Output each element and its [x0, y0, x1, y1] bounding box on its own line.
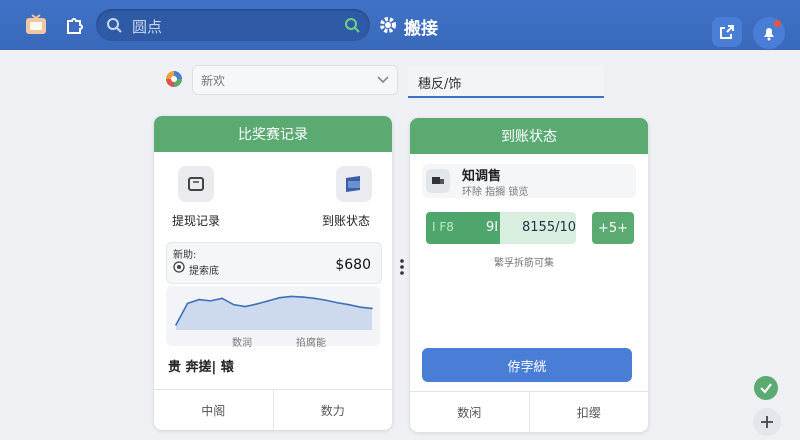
card-footer: 数闲 扣缨: [410, 391, 648, 432]
stat-mid: 9I: [486, 220, 499, 235]
search-icon: [107, 18, 122, 33]
search-input[interactable]: 圆点: [132, 16, 162, 37]
chart-point-13: [325, 299, 327, 302]
chart-point-12: [313, 297, 316, 300]
chart-point-7: [255, 303, 258, 305]
chart-point-10: [290, 295, 293, 298]
chart-point-8: [267, 300, 270, 302]
search-bar[interactable]: 圆点: [96, 9, 370, 41]
move-fab[interactable]: [753, 408, 781, 436]
item-title: 知调售: [462, 169, 502, 184]
balance-sub: 提索底: [189, 266, 219, 277]
balance-title: 新助:: [173, 250, 197, 261]
category-select[interactable]: 新欢: [192, 65, 398, 95]
footer-left-button[interactable]: 数闲: [410, 392, 529, 432]
chart-point-15: [348, 303, 350, 306]
footer-right-button[interactable]: 数力: [272, 390, 393, 430]
chart-point-1: [186, 302, 189, 305]
bell-icon: [764, 28, 774, 41]
card-footer: 中阁 数力: [154, 389, 392, 430]
balance-value: $680: [335, 257, 371, 273]
arrival-status-card: 到账状态 知调售 环除 指搁 锁览 I F8 9I 8155/10 +5+ 繁孚…: [410, 118, 648, 432]
withdraw-records-button[interactable]: 提现记录: [172, 166, 252, 236]
footer-right-button[interactable]: 扣缨: [528, 392, 649, 432]
info-row: 知调售 环除 指搁 锁览: [422, 164, 636, 198]
chart-point-4: [221, 297, 223, 300]
card-header: 比奖赛记录: [154, 116, 392, 152]
summary-text: 贵 奔搓| 辕: [168, 360, 234, 375]
check-icon: [760, 383, 772, 394]
chevron-down-icon: [377, 76, 389, 84]
tv-icon[interactable]: [21, 10, 51, 40]
legend-2: 掐腐能: [296, 338, 326, 349]
stat-left: I F8: [432, 220, 454, 234]
chart-point-0: [175, 324, 177, 326]
notifications-button[interactable]: [753, 17, 785, 49]
withdraw-icon: [178, 166, 214, 202]
chart-point-11: [302, 296, 304, 298]
app-logo-icon: [166, 71, 182, 87]
plus-button[interactable]: +5+: [592, 212, 634, 244]
withdraw-label: 提现记录: [172, 214, 221, 228]
match-records-card: 比奖赛记录 提现记录 到账状态 新助: 提索底 $680 数润 掐腐能 贵 奔搓…: [154, 116, 392, 430]
chart-area: [176, 296, 372, 330]
hint-text: 繁孚拆筋可集: [494, 258, 554, 269]
stats-bar: I F8 9I 8155/10: [426, 212, 576, 244]
stat-value: 8155/10: [522, 220, 576, 235]
arrival-status-label: 到账状态: [322, 214, 371, 228]
page-title: 搬接: [404, 19, 438, 39]
filter-tab[interactable]: 穗反/饰: [408, 66, 604, 98]
top-bar: 圆点 搬接: [0, 0, 800, 50]
arrival-status-button[interactable]: 到账状态: [322, 166, 392, 236]
chart-point-16: [359, 306, 362, 308]
chart-point-5: [232, 303, 235, 306]
chart-point-17: [371, 307, 373, 310]
notification-badge: [774, 20, 781, 27]
item-subtitle: 环除 指搁 锁览: [462, 187, 529, 198]
search-submit-icon[interactable]: [344, 17, 360, 33]
share-icon[interactable]: [712, 17, 742, 47]
confirm-fab[interactable]: [754, 376, 778, 400]
chart-point-14: [336, 301, 339, 304]
chart-point-6: [244, 305, 246, 308]
puzzle-icon[interactable]: [60, 10, 90, 40]
truck-icon: [426, 169, 450, 193]
chart-point-9: [278, 296, 281, 299]
primary-button[interactable]: 侟孛絖: [422, 348, 632, 382]
more-vert-icon[interactable]: [397, 258, 407, 276]
move-icon: [761, 416, 773, 428]
target-icon: [173, 261, 185, 273]
balance-box: 新助: 提索底 $680: [166, 242, 382, 284]
wallet-icon: [336, 166, 372, 202]
gear-icon[interactable]: [378, 15, 398, 35]
chart-legend: 数润 掐腐能: [220, 334, 370, 349]
chart-point-3: [209, 300, 212, 302]
footer-left-button[interactable]: 中阁: [154, 390, 273, 430]
card-header: 到账状态: [410, 118, 648, 154]
legend-1: 数润: [232, 338, 252, 349]
chart-point-2: [198, 298, 200, 301]
